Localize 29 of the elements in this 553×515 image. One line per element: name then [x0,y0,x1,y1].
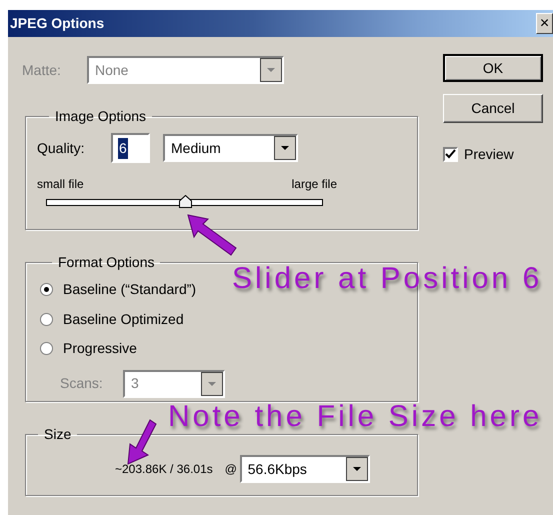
radio-label: Baseline Optimized [63,310,184,329]
annotation-arrow [186,213,238,257]
group-title: Size [43,425,72,444]
scans-label: Scans: [60,374,104,393]
slider-thumb[interactable] [178,195,192,208]
annotation-text: Slider at Position 6 [232,261,542,297]
quality-label: Quality: [37,138,86,158]
size-estimate: ~203.86K / 36.01s [115,461,213,478]
radio-label: Baseline (“Standard”) [63,280,196,300]
matte-label: Matte: [22,60,62,80]
at-label: @ [224,461,238,478]
annotation-text: Note the File Size here [168,399,542,435]
dialog-button[interactable]: OK [443,54,543,82]
group-title: Format Options [57,253,156,272]
slider-max-label: large file [292,176,337,193]
dialog-button[interactable]: Cancel [443,94,543,123]
close-button[interactable]: × [536,13,553,34]
preview-label: Preview [464,145,514,164]
radio-label: Progressive [63,339,137,358]
radio-button[interactable] [40,342,53,356]
group-title: Image Options [54,107,148,126]
quality-dropdown[interactable]: Medium [163,134,298,162]
speed-dropdown[interactable]: 56.6Kbps [240,455,370,483]
preview-checkbox[interactable] [443,147,458,162]
quality-input[interactable]: 6 [111,133,150,163]
slider-min-label: small file [37,176,84,193]
radio-button[interactable] [40,312,53,326]
radio-button[interactable] [40,283,53,296]
window-title: JPEG Options [9,14,104,33]
